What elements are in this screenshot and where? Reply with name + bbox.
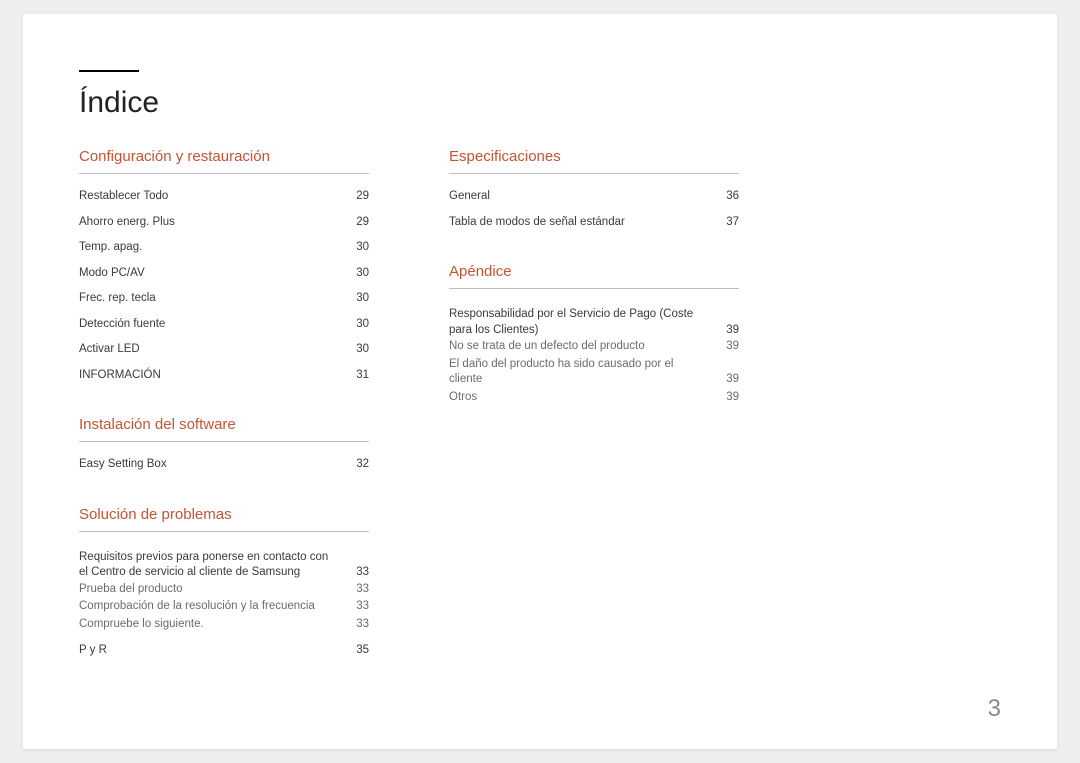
toc-entry-label: Requisitos previos para ponerse en conta… [79, 550, 347, 581]
toc-entry: Restablecer Todo29 [79, 184, 369, 210]
section-title: Especificaciones [449, 148, 739, 174]
toc-entry-label: Modo PC/AV [79, 266, 347, 282]
toc-entry-page: 39 [717, 323, 739, 339]
section-title: Apéndice [449, 263, 739, 289]
toc-entry-page: 30 [347, 240, 369, 256]
toc-entry: Frec. rep. tecla30 [79, 286, 369, 312]
toc-entry-label: Temp. apag. [79, 240, 347, 256]
toc-subentry-label: Otros [449, 390, 717, 406]
toc-entry-page: 32 [347, 457, 369, 473]
toc-entry-label: Restablecer Todo [79, 189, 347, 205]
toc-entry-page: 30 [347, 342, 369, 358]
toc-entry-page: 31 [347, 368, 369, 384]
toc-entry-group: Requisitos previos para ponerse en conta… [79, 542, 369, 639]
toc-entry: INFORMACIÓN31 [79, 363, 369, 389]
toc-subentry: Prueba del producto33 [79, 581, 369, 599]
toc-entry-label: Responsabilidad por el Servicio de Pago … [449, 307, 717, 338]
page-title: Índice [79, 86, 1001, 120]
toc-entry-page: 35 [347, 643, 369, 659]
toc-column-2: Especificaciones General36 Tabla de modo… [449, 148, 739, 692]
toc-entry-label: Detección fuente [79, 317, 347, 333]
toc-entry-page: 37 [717, 215, 739, 231]
toc-entry: Tabla de modos de señal estándar37 [449, 210, 739, 236]
toc-section-install: Instalación del software Easy Setting Bo… [79, 416, 369, 478]
toc-entry-label: P y R [79, 643, 347, 659]
toc-entry-page: 29 [347, 215, 369, 231]
toc-subentry-page: 33 [347, 617, 369, 633]
toc-entry-page: 30 [347, 291, 369, 307]
toc-section-appendix: Apéndice Responsabilidad por el Servicio… [449, 263, 739, 411]
toc-entry-label: Easy Setting Box [79, 457, 347, 473]
toc-section-specs: Especificaciones General36 Tabla de modo… [449, 148, 739, 235]
section-title: Configuración y restauración [79, 148, 369, 174]
toc-subentry-page: 33 [347, 599, 369, 615]
toc-entry: Activar LED30 [79, 337, 369, 363]
toc-entry: Responsabilidad por el Servicio de Pago … [449, 302, 739, 338]
toc-subentry-page: 33 [347, 582, 369, 598]
toc-subentry-label: El daño del producto ha sido causado por… [449, 357, 717, 388]
toc-subentry-label: Comprobación de la resolución y la frecu… [79, 599, 347, 615]
title-rule [79, 70, 139, 72]
toc-column-1: Configuración y restauración Restablecer… [79, 148, 369, 692]
toc-entry-group: Responsabilidad por el Servicio de Pago … [449, 299, 739, 411]
toc-entry: Temp. apag.30 [79, 235, 369, 261]
section-title: Instalación del software [79, 416, 369, 442]
toc-entry-page: 30 [347, 266, 369, 282]
toc-subentry: Compruebe lo siguiente.33 [79, 616, 369, 634]
document-page: Índice Configuración y restauración Rest… [23, 14, 1057, 749]
toc-entry-page: 29 [347, 189, 369, 205]
toc-entry-page: 36 [717, 189, 739, 205]
toc-entry: Requisitos previos para ponerse en conta… [79, 545, 369, 581]
toc-subentry-label: No se trata de un defecto del producto [449, 339, 717, 355]
toc-subentry: No se trata de un defecto del producto39 [449, 338, 739, 356]
toc-entry: Detección fuente30 [79, 312, 369, 338]
toc-entry-label: Ahorro energ. Plus [79, 215, 347, 231]
toc-entry-page: 33 [347, 565, 369, 581]
toc-entry-label: General [449, 189, 717, 205]
toc-subentry-page: 39 [717, 390, 739, 406]
toc-entry-label: Frec. rep. tecla [79, 291, 347, 307]
toc-subentry: Otros39 [449, 389, 739, 407]
toc-entry-label: Activar LED [79, 342, 347, 358]
toc-entry: Ahorro energ. Plus29 [79, 210, 369, 236]
toc-entry: Modo PC/AV30 [79, 261, 369, 287]
toc-section-troubleshoot: Solución de problemas Requisitos previos… [79, 506, 369, 664]
toc-entry-label: Tabla de modos de señal estándar [449, 215, 717, 231]
toc-subentry-label: Prueba del producto [79, 582, 347, 598]
toc-columns: Configuración y restauración Restablecer… [79, 148, 1001, 692]
toc-subentry: El daño del producto ha sido causado por… [449, 356, 739, 389]
toc-entry-label: INFORMACIÓN [79, 368, 347, 384]
toc-entry: General36 [449, 184, 739, 210]
toc-entry: Easy Setting Box32 [79, 452, 369, 478]
toc-subentry-label: Compruebe lo siguiente. [79, 617, 347, 633]
toc-entry: P y R35 [79, 638, 369, 664]
toc-section-config: Configuración y restauración Restablecer… [79, 148, 369, 388]
section-title: Solución de problemas [79, 506, 369, 532]
toc-subentry: Comprobación de la resolución y la frecu… [79, 598, 369, 616]
toc-subentry-page: 39 [717, 339, 739, 355]
toc-subentry-page: 39 [717, 372, 739, 388]
toc-entry-page: 30 [347, 317, 369, 333]
page-number: 3 [988, 695, 1001, 723]
